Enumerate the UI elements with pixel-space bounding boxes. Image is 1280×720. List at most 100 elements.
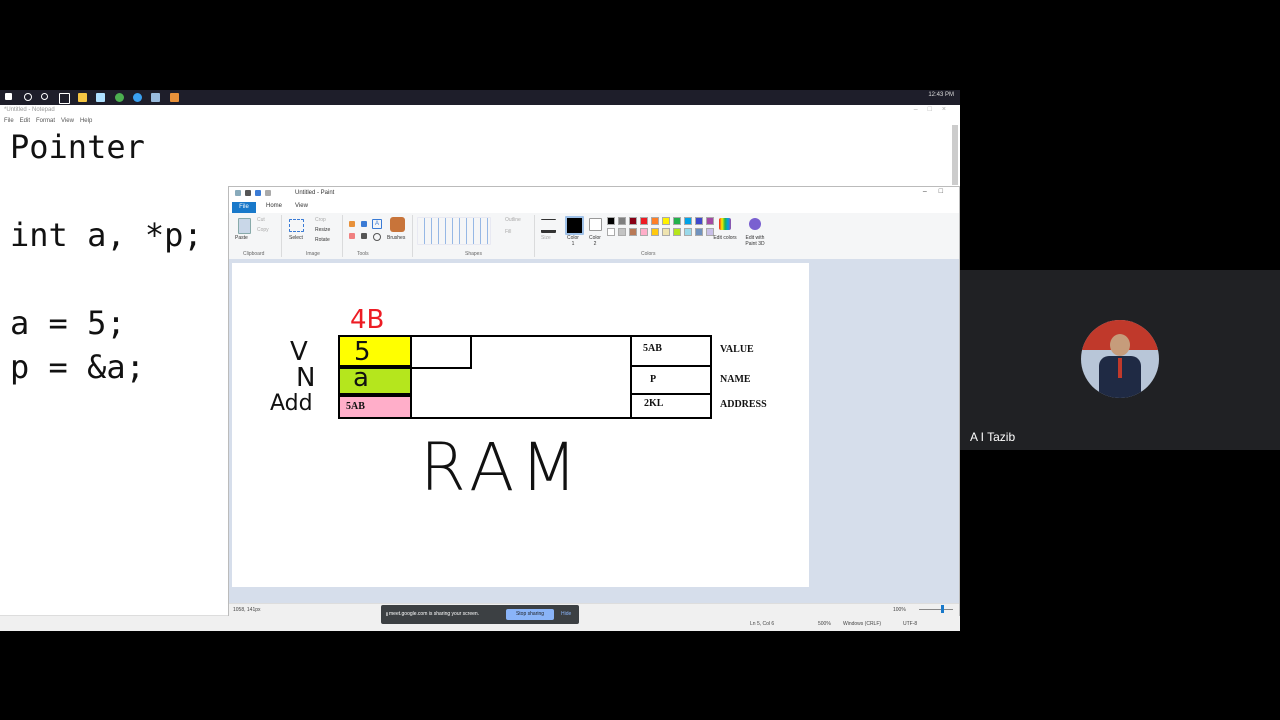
- palette-swatch[interactable]: [651, 217, 659, 225]
- size-icon[interactable]: [541, 219, 556, 233]
- eraser-icon[interactable]: [349, 233, 355, 239]
- zoom-slider-thumb[interactable]: [941, 605, 944, 613]
- notepad-menubar: File Edit Format View Help: [4, 118, 92, 124]
- tab-home[interactable]: Home: [266, 203, 282, 209]
- palette-swatch[interactable]: [706, 217, 714, 225]
- palette-swatch[interactable]: [684, 228, 692, 236]
- cell-name: [338, 367, 412, 395]
- fill-button[interactable]: Fill: [505, 229, 511, 235]
- windows-icon[interactable]: [5, 93, 12, 100]
- redo-icon[interactable]: [265, 190, 271, 196]
- group-tools: Tools: [357, 251, 369, 257]
- pencil-icon[interactable]: [349, 221, 355, 227]
- ptr-name-cell: [630, 365, 712, 395]
- paint-app-icon: [235, 190, 241, 196]
- paste-icon[interactable]: [238, 218, 251, 234]
- outline-button[interactable]: Outline: [505, 217, 521, 223]
- magnifier-icon[interactable]: [373, 233, 381, 241]
- edit-colors-button[interactable]: Edit colors: [713, 235, 737, 241]
- cut-button[interactable]: Cut: [257, 217, 265, 223]
- row-label-value: VALUE: [720, 344, 754, 355]
- color2-swatch[interactable]: [589, 218, 602, 231]
- chrome-icon[interactable]: [115, 93, 124, 102]
- brushes-icon[interactable]: [390, 217, 405, 232]
- menu-format[interactable]: Format: [36, 118, 55, 124]
- undo-icon[interactable]: [255, 190, 261, 196]
- search-icon[interactable]: [24, 93, 32, 101]
- edge-icon[interactable]: [133, 93, 142, 102]
- ribbon-separator: [342, 215, 343, 257]
- palette-swatch[interactable]: [673, 228, 681, 236]
- group-shapes: Shapes: [465, 251, 482, 257]
- resize-button[interactable]: Resize: [315, 227, 330, 233]
- size-button[interactable]: Size: [541, 235, 551, 241]
- color2-button[interactable]: Color 2: [587, 235, 603, 247]
- palette-swatch[interactable]: [673, 217, 681, 225]
- notepad-window-controls[interactable]: –□×: [914, 106, 956, 113]
- palette-swatch[interactable]: [640, 217, 648, 225]
- cortana-icon[interactable]: [41, 93, 48, 100]
- ram-label: RAM: [420, 429, 584, 506]
- fill-icon[interactable]: [361, 221, 367, 227]
- color1-button[interactable]: Color 1: [565, 235, 581, 247]
- brushes-button[interactable]: Brushes: [387, 235, 405, 241]
- row-label-address: ADDRESS: [720, 399, 767, 410]
- palette-swatch[interactable]: [684, 217, 692, 225]
- group-colors: Colors: [641, 251, 656, 257]
- notepad-icon[interactable]: [96, 93, 105, 102]
- store-icon[interactable]: [170, 93, 179, 102]
- text-icon[interactable]: A: [372, 219, 382, 229]
- palette-swatch[interactable]: [695, 228, 703, 236]
- menu-edit[interactable]: Edit: [20, 118, 30, 124]
- shapes-gallery-icon[interactable]: [417, 217, 491, 245]
- ptr-addr-text: 2KL: [644, 398, 664, 409]
- palette-swatch[interactable]: [629, 217, 637, 225]
- palette-swatch[interactable]: [640, 228, 648, 236]
- palette-swatch[interactable]: [651, 228, 659, 236]
- task-view-icon[interactable]: [59, 93, 70, 104]
- notepad-text-area[interactable]: Pointer int a, *p; a = 5; p = &a;: [10, 125, 203, 389]
- rotate-button[interactable]: Rotate: [315, 237, 330, 243]
- select-icon[interactable]: [289, 219, 304, 232]
- paint3d-button[interactable]: Edit with Paint 3D: [742, 235, 768, 247]
- zoom-slider[interactable]: [919, 609, 953, 610]
- palette-swatch[interactable]: [662, 228, 670, 236]
- status-zoom: 500%: [818, 621, 831, 627]
- copy-button[interactable]: Copy: [257, 227, 269, 233]
- menu-view[interactable]: View: [61, 118, 74, 124]
- ribbon-separator: [281, 215, 282, 257]
- stop-sharing-button[interactable]: Stop sharing: [506, 609, 554, 620]
- paint-icon[interactable]: [151, 93, 160, 102]
- palette-swatch[interactable]: [662, 217, 670, 225]
- label-n: N: [296, 363, 316, 393]
- tray-clock[interactable]: 12:43 PM: [928, 92, 954, 98]
- label-add: Add: [270, 391, 313, 416]
- tab-file[interactable]: File: [232, 202, 256, 213]
- color1-swatch[interactable]: [565, 216, 584, 235]
- palette-swatch[interactable]: [629, 228, 637, 236]
- select-button[interactable]: Select: [289, 235, 303, 241]
- menu-file[interactable]: File: [4, 118, 14, 124]
- avatar: [1081, 320, 1159, 398]
- paint-window-controls[interactable]: –□: [923, 188, 955, 195]
- paint3d-icon[interactable]: [749, 218, 761, 230]
- file-explorer-icon[interactable]: [78, 93, 87, 102]
- hide-button[interactable]: Hide: [561, 611, 571, 617]
- drawing-canvas[interactable]: 4B V N Add 5 a 5AB 5AB P 2KL VALUE NAME …: [232, 263, 809, 587]
- participant-tile[interactable]: A I Tazib: [960, 270, 1280, 450]
- menu-help[interactable]: Help: [80, 118, 92, 124]
- palette-swatch[interactable]: [607, 228, 615, 236]
- palette-swatch[interactable]: [607, 217, 615, 225]
- palette-swatch[interactable]: [618, 217, 626, 225]
- screen-share-bar: ॥ meet.google.com is sharing your screen…: [381, 605, 579, 624]
- crop-button[interactable]: Crop: [315, 217, 326, 223]
- paste-button[interactable]: Paste: [235, 235, 248, 241]
- color-picker-icon[interactable]: [361, 233, 367, 239]
- edit-colors-icon[interactable]: [719, 218, 731, 230]
- tab-view[interactable]: View: [295, 203, 308, 209]
- notepad-scrollbar[interactable]: [952, 125, 958, 185]
- palette-swatch[interactable]: [618, 228, 626, 236]
- save-icon[interactable]: [245, 190, 251, 196]
- palette-swatch[interactable]: [695, 217, 703, 225]
- notepad-title: *Untitled - Notepad: [4, 107, 55, 113]
